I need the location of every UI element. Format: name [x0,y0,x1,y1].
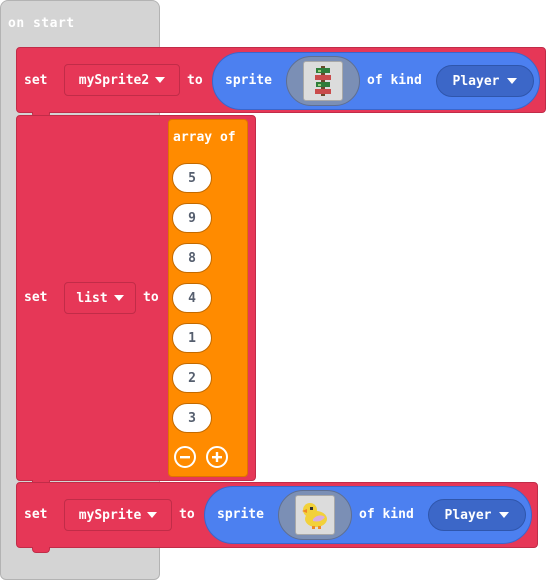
minus-circle-icon[interactable] [174,446,196,468]
on-start-label: on start [8,16,75,31]
variable-name: list [76,290,108,306]
sprite-label: sprite [217,507,264,522]
array-value-field[interactable]: 9 [172,203,212,233]
to-label: to [143,290,159,305]
variable-dropdown-mysprite[interactable]: mySprite [64,499,172,531]
variable-name: mySprite [78,507,142,523]
kind-dropdown[interactable]: Player [428,499,526,531]
sprite-image-picker[interactable] [286,56,360,106]
array-value-field[interactable]: 2 [172,363,212,393]
chevron-down-icon [507,78,518,84]
chevron-down-icon [499,512,510,518]
set-label: set [24,73,48,88]
of-kind-label: of kind [367,73,422,88]
array-value-field[interactable]: 4 [172,283,212,313]
to-label: to [179,507,195,522]
chevron-down-icon [155,77,166,83]
kind-value: Player [452,73,500,89]
chevron-down-icon [147,512,158,518]
plus-circle-icon[interactable] [206,446,228,468]
array-value-field[interactable]: 5 [172,163,212,193]
of-kind-label: of kind [359,507,414,522]
tree-sprite-icon [303,61,343,101]
kind-value: Player [444,507,492,523]
duck-sprite-icon [295,495,335,535]
chevron-down-icon [113,295,124,301]
array-value-field[interactable]: 8 [172,243,212,273]
array-value-field[interactable]: 1 [172,323,212,353]
sprite-image-picker[interactable] [278,490,352,540]
to-label: to [187,73,203,88]
array-of-label: array of [173,130,236,145]
set-label: set [24,507,48,522]
block-notch [32,547,50,553]
variable-name: mySprite2 [78,72,150,88]
set-label: set [24,290,48,305]
variable-dropdown-mysprite2[interactable]: mySprite2 [64,64,180,96]
sprite-label: sprite [225,73,272,88]
array-value-field[interactable]: 3 [172,403,212,433]
kind-dropdown[interactable]: Player [436,65,534,97]
variable-dropdown-list[interactable]: list [64,282,136,314]
